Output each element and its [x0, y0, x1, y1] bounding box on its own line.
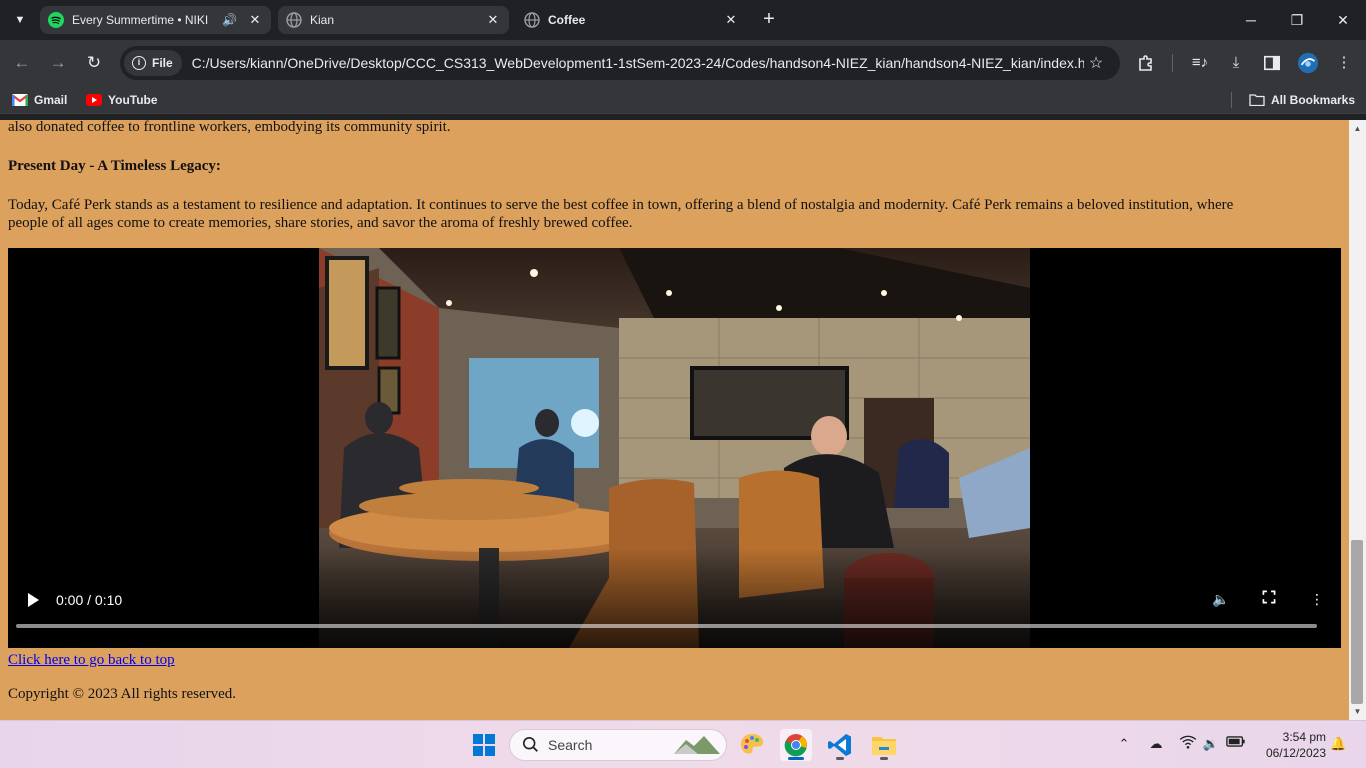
globe-icon [286, 12, 302, 28]
forward-button[interactable]: → [46, 51, 70, 75]
bookmarks-bar: Gmail YouTube All Bookmarks [0, 86, 1366, 114]
close-icon[interactable]: ✕ [247, 12, 263, 28]
windows-logo-icon [473, 734, 495, 756]
all-bookmarks-button[interactable]: All Bookmarks [1249, 91, 1355, 109]
video-player[interactable]: 0:00 / 0:10 🔈 ⋮ [8, 248, 1341, 648]
toolbar-divider [1172, 54, 1173, 72]
tab-spotify[interactable]: Every Summertime • NIKI 🔊 ✕ [40, 6, 271, 34]
tab-title: Every Summertime • NIKI [72, 13, 209, 27]
speaker-icon[interactable]: 🔊 [222, 13, 237, 27]
site-info-chip[interactable]: i File [124, 50, 182, 76]
spotify-icon [48, 12, 64, 28]
reload-button[interactable]: ↻ [82, 51, 106, 75]
clock-date: 06/12/2023 [1265, 746, 1326, 760]
page-viewport: also donated coffee to frontline workers… [0, 120, 1349, 720]
tab-title: Coffee [548, 13, 586, 27]
info-icon: i [132, 56, 146, 70]
star-icon[interactable]: ☆ [1084, 53, 1108, 73]
bookmark-label: YouTube [108, 93, 158, 107]
paint-palette-icon [740, 734, 763, 754]
video-time: 0:00 / 0:10 [56, 592, 123, 608]
bookmarks-separator [1231, 92, 1232, 108]
tab-kian[interactable]: Kian ✕ [278, 6, 509, 34]
present-day-paragraph-line-1: Today, Café Perk stands as a testament t… [8, 197, 1234, 213]
video-progress-track[interactable] [16, 624, 1317, 628]
media-control-icon[interactable]: ≡♪ [1188, 51, 1212, 75]
wifi-icon[interactable] [1178, 735, 1198, 755]
running-indicator [836, 757, 844, 760]
battery-icon[interactable] [1225, 735, 1247, 755]
globe-icon [524, 12, 540, 28]
youtube-icon [86, 94, 102, 106]
video-controls-gradient [8, 548, 1341, 648]
scroll-thumb[interactable] [1351, 540, 1363, 704]
present-day-paragraph-line-2: people of all ages come to create memori… [8, 215, 633, 231]
start-button[interactable] [468, 729, 500, 761]
running-indicator [788, 757, 804, 760]
back-button[interactable]: ← [10, 51, 34, 75]
new-tab-button[interactable]: + [758, 8, 780, 30]
video-menu-icon[interactable]: ⋮ [1307, 590, 1327, 610]
address-bar[interactable]: i File C:/Users/kiann/OneDrive/Desktop/C… [120, 46, 1120, 80]
side-panel-icon[interactable] [1260, 51, 1284, 75]
minimize-button[interactable]: ─ [1228, 0, 1274, 40]
copyright-text: Copyright © 2023 All rights reserved. [8, 686, 237, 702]
tab-strip: ▼ Every Summertime • NIKI 🔊 ✕ Kian ✕ Cof… [0, 0, 1366, 40]
section-heading: Present Day - A Timeless Legacy: [8, 158, 221, 174]
running-indicator [880, 757, 888, 760]
mute-icon[interactable]: 🔈 [1211, 590, 1231, 610]
url-text[interactable]: C:/Users/kiann/OneDrive/Desktop/CCC_CS31… [192, 55, 1084, 71]
restore-button[interactable]: ❐ [1274, 0, 1320, 40]
search-highlight-icon [674, 736, 720, 754]
bookmark-label: Gmail [34, 93, 68, 107]
search-icon [522, 736, 538, 752]
chevron-down-icon: ▼ [14, 14, 26, 26]
onedrive-icon[interactable]: ☁ [1145, 735, 1167, 755]
extensions-icon[interactable] [1134, 51, 1158, 75]
taskbar-vscode-app[interactable] [824, 729, 856, 761]
taskbar-chrome-app[interactable] [780, 729, 812, 761]
tab-title: Kian [310, 13, 335, 27]
search-label: Search [548, 737, 593, 753]
bookmark-youtube[interactable]: YouTube [86, 91, 158, 109]
browser-toolbar: ← → ↻ i File C:/Users/kiann/OneDrive/Des… [0, 40, 1366, 86]
notification-bell-icon[interactable]: 🔔 [1330, 735, 1346, 755]
taskbar-paint-app[interactable] [736, 729, 768, 761]
volume-icon[interactable]: 🔉 [1201, 735, 1221, 755]
history-paragraph-tail: also donated coffee to frontline workers… [8, 120, 451, 135]
scroll-up-arrow[interactable]: ▲ [1349, 120, 1366, 137]
all-bookmarks-label: All Bookmarks [1271, 93, 1356, 107]
close-window-button[interactable]: ✕ [1320, 0, 1366, 40]
gmail-icon [12, 94, 28, 106]
taskbar-file-explorer[interactable] [868, 729, 900, 761]
back-to-top-link[interactable]: Click here to go back to top [8, 652, 175, 669]
bookmark-gmail[interactable]: Gmail [12, 91, 67, 109]
menu-icon[interactable]: ⋮ [1332, 51, 1356, 75]
chevron-up-icon[interactable]: ⌃ [1114, 735, 1134, 755]
page-scrollbar[interactable]: ▲ ▼ [1349, 120, 1366, 720]
taskbar-search[interactable]: Search [509, 729, 727, 761]
download-icon[interactable]: ⤓ [1224, 51, 1248, 75]
tab-coffee[interactable]: Coffee ✕ [516, 6, 747, 34]
close-icon[interactable]: ✕ [723, 12, 739, 28]
profile-avatar[interactable] [1296, 51, 1320, 75]
windows-taskbar: Search ⌃ ☁ 🔉 3:54 pm 06/12/2023 🔔 [0, 720, 1366, 768]
folder-icon [1249, 94, 1265, 106]
site-chip-label: File [152, 56, 173, 70]
clock-time: 3:54 pm [1282, 730, 1326, 744]
fullscreen-icon[interactable] [1259, 590, 1279, 610]
tab-search-button[interactable]: ▼ [8, 7, 32, 33]
play-icon[interactable] [26, 592, 40, 608]
close-icon[interactable]: ✕ [485, 12, 501, 28]
scroll-down-arrow[interactable]: ▼ [1349, 703, 1366, 720]
system-clock[interactable]: 3:54 pm 06/12/2023 [1252, 729, 1326, 761]
